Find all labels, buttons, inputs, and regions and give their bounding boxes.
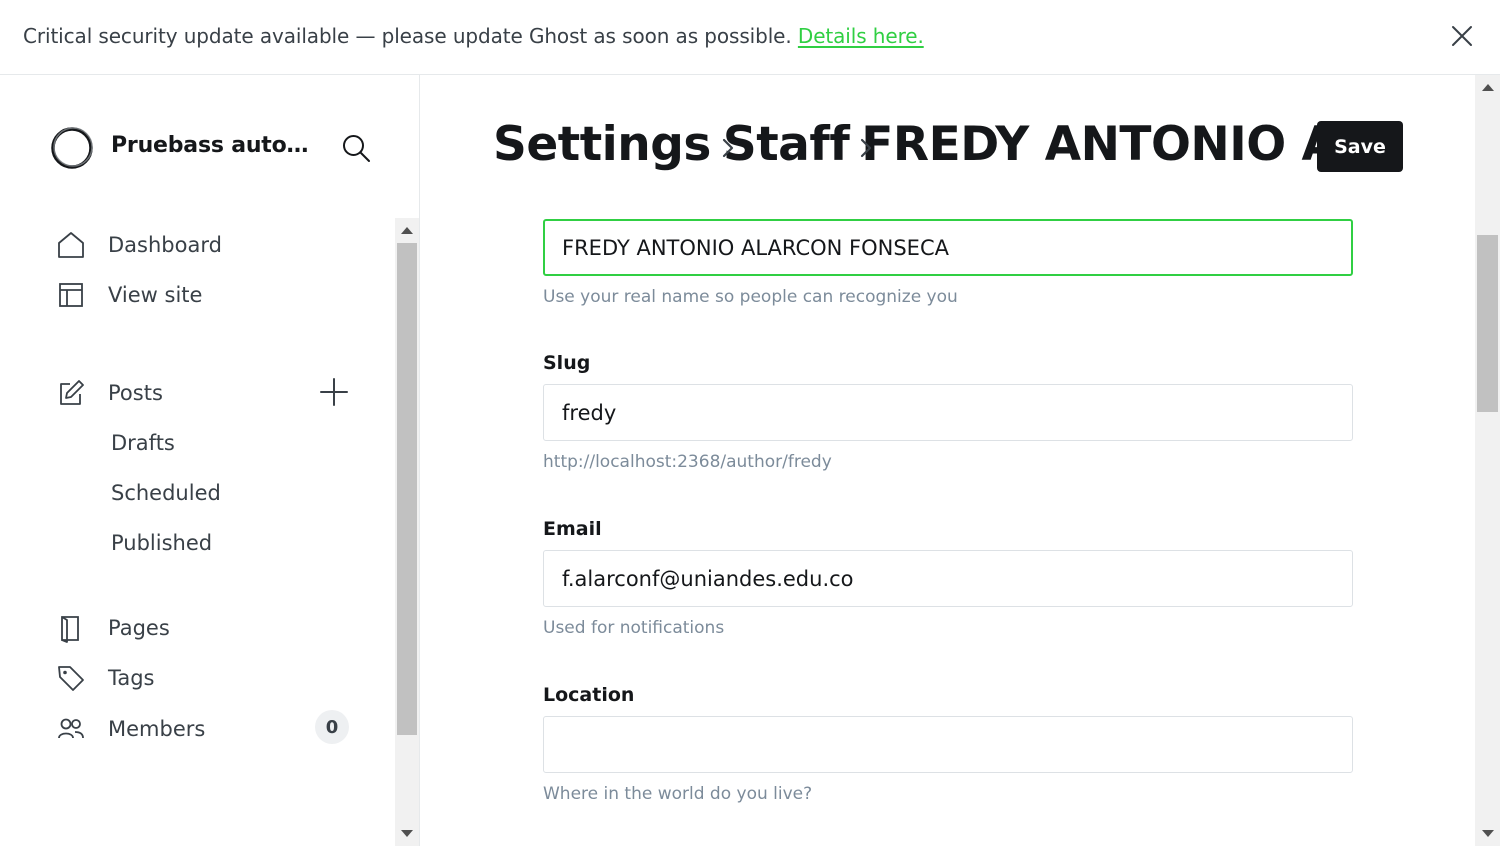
banner-message-wrap: Critical security update available — ple… bbox=[23, 24, 924, 48]
add-post-icon[interactable] bbox=[318, 376, 350, 408]
close-icon[interactable] bbox=[1450, 24, 1474, 48]
nav-posts[interactable]: Posts bbox=[56, 375, 163, 411]
site-title[interactable]: Pruebass autom... bbox=[111, 133, 311, 158]
main-scrollbar[interactable] bbox=[1475, 75, 1500, 846]
home-icon bbox=[56, 230, 86, 260]
sidebar-scroll-thumb[interactable] bbox=[397, 243, 417, 735]
location-label: Location bbox=[543, 684, 635, 706]
page-icon bbox=[56, 613, 86, 643]
scroll-down-arrow-icon[interactable] bbox=[1482, 830, 1494, 837]
main-scroll-thumb[interactable] bbox=[1477, 235, 1498, 412]
location-hint: Where in the world do you live? bbox=[543, 784, 813, 804]
nav-pages[interactable]: Pages bbox=[56, 610, 170, 646]
nav-pages-label: Pages bbox=[108, 616, 170, 640]
scroll-up-arrow-icon[interactable] bbox=[401, 227, 413, 234]
nav-dashboard[interactable]: Dashboard bbox=[56, 227, 222, 263]
full-name-hint: Use your real name so people can recogni… bbox=[543, 287, 958, 307]
nav-tags[interactable]: Tags bbox=[56, 660, 155, 696]
nav-scheduled[interactable]: Scheduled bbox=[111, 481, 221, 505]
nav-dashboard-label: Dashboard bbox=[108, 233, 222, 257]
nav-published[interactable]: Published bbox=[111, 531, 212, 555]
nav-view-site-label: View site bbox=[108, 283, 203, 307]
members-count-badge: 0 bbox=[315, 710, 349, 744]
slug-url-hint: http://localhost:2368/author/fredy bbox=[543, 452, 832, 472]
main-content: Settings Staff FREDY ANTONIO ALARCON FON… bbox=[421, 75, 1475, 846]
breadcrumb-staff[interactable]: Staff bbox=[723, 117, 850, 172]
banner-details-link[interactable]: Details here. bbox=[798, 24, 924, 48]
breadcrumb: Settings Staff FREDY ANTONIO ALARCON FON… bbox=[493, 117, 1323, 172]
tag-icon bbox=[56, 663, 86, 693]
slug-label: Slug bbox=[543, 352, 591, 374]
scroll-down-arrow-icon[interactable] bbox=[401, 830, 413, 837]
nav-members-label: Members bbox=[108, 717, 206, 741]
save-button[interactable]: Save bbox=[1317, 121, 1403, 172]
slug-input[interactable] bbox=[543, 384, 1353, 441]
sidebar-scrollbar[interactable] bbox=[395, 218, 419, 846]
update-banner: Critical security update available — ple… bbox=[0, 0, 1500, 75]
layout-icon bbox=[56, 280, 86, 310]
nav-view-site[interactable]: View site bbox=[56, 277, 202, 313]
edit-icon bbox=[56, 378, 86, 408]
nav-posts-label: Posts bbox=[108, 381, 163, 405]
location-input[interactable] bbox=[543, 716, 1353, 773]
breadcrumb-user-name: FREDY ANTONIO ALARCON FONSECA bbox=[861, 117, 1323, 172]
email-label: Email bbox=[543, 518, 602, 540]
full-name-input[interactable] bbox=[543, 219, 1353, 276]
search-icon[interactable] bbox=[341, 133, 371, 163]
members-icon bbox=[56, 714, 86, 744]
email-input[interactable] bbox=[543, 550, 1353, 607]
sidebar: Pruebass autom... Dashboard View site Po… bbox=[0, 75, 420, 846]
site-logo-icon[interactable] bbox=[49, 125, 95, 171]
banner-message: Critical security update available — ple… bbox=[23, 24, 792, 48]
scroll-up-arrow-icon[interactable] bbox=[1482, 84, 1494, 91]
breadcrumb-settings[interactable]: Settings bbox=[493, 117, 711, 172]
nav-tags-label: Tags bbox=[108, 666, 155, 690]
nav-members[interactable]: Members bbox=[56, 711, 205, 747]
nav-drafts[interactable]: Drafts bbox=[111, 431, 175, 455]
email-hint: Used for notifications bbox=[543, 618, 725, 638]
